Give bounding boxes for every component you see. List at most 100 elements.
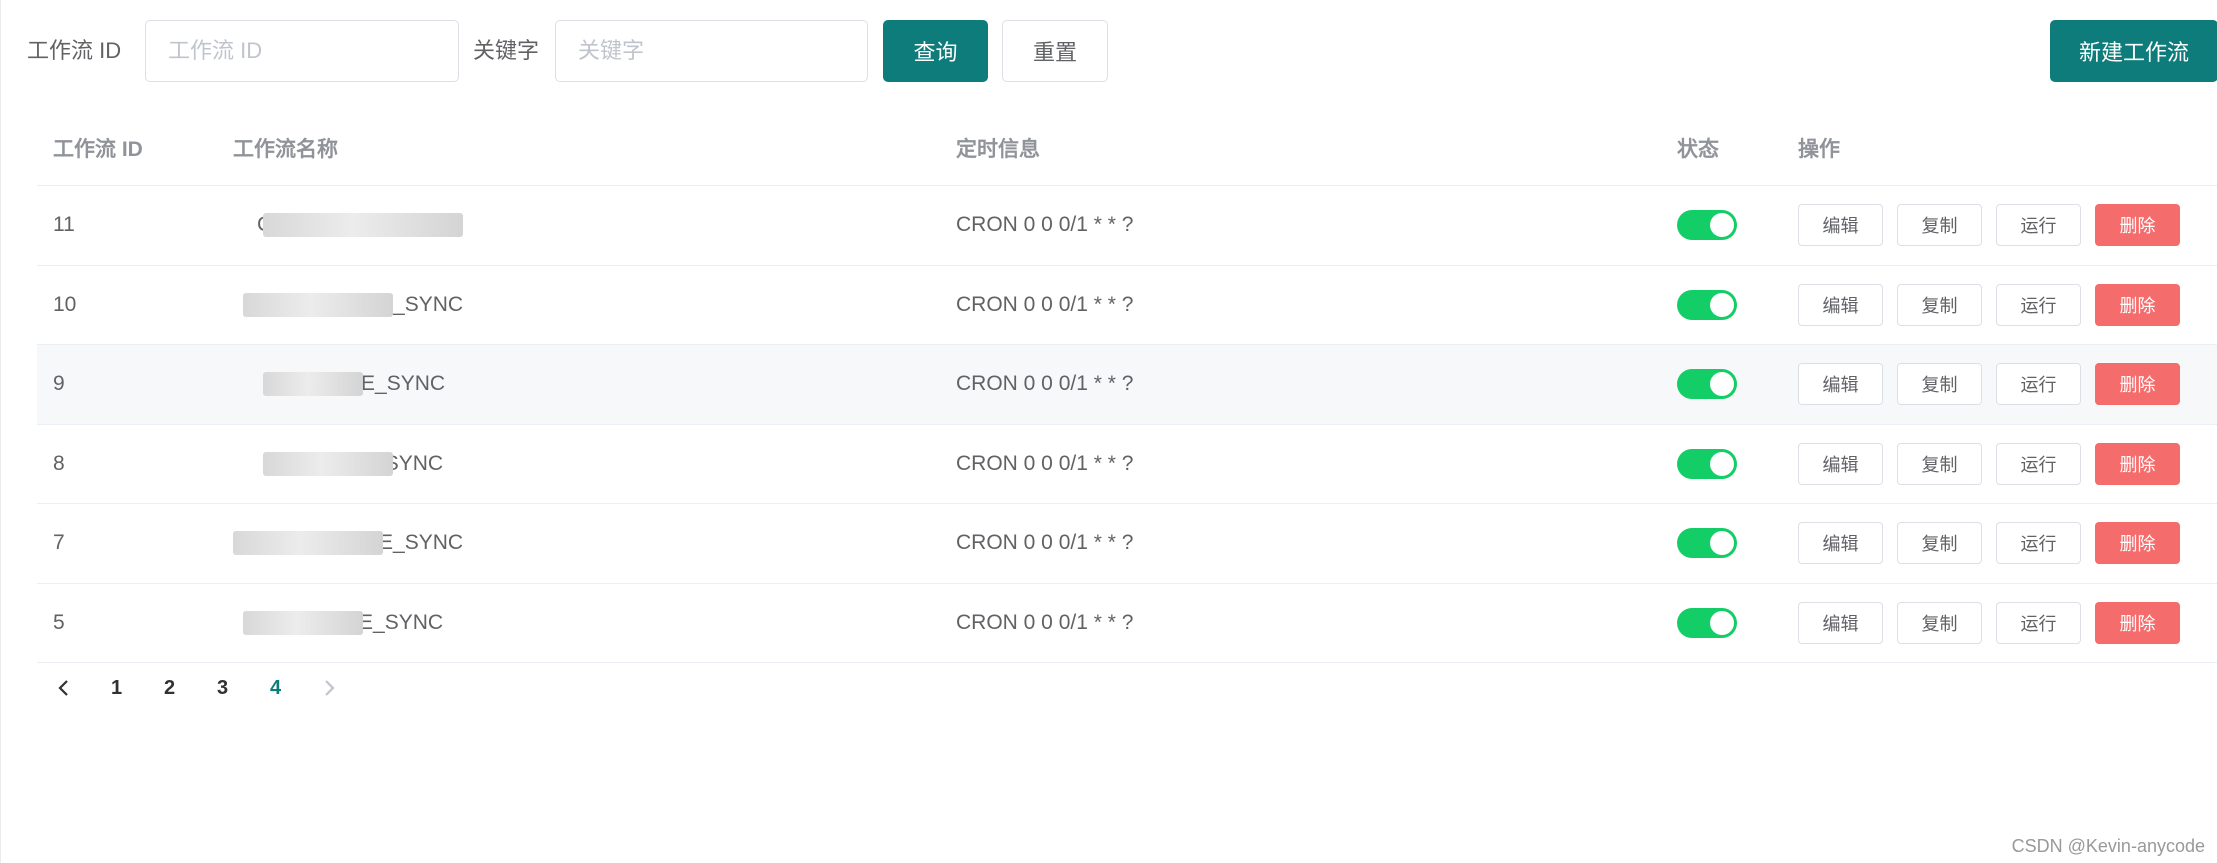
delete-button[interactable]: 删除 bbox=[2095, 204, 2180, 247]
workflow-id-input[interactable] bbox=[145, 20, 459, 82]
status-toggle[interactable] bbox=[1677, 528, 1737, 559]
copy-button[interactable]: 复制 bbox=[1897, 363, 1982, 406]
row-actions: 编辑 复制 运行 删除 bbox=[1798, 186, 2194, 265]
row-name-cell: C_FILE_SYNC bbox=[233, 186, 463, 265]
new-workflow-button[interactable]: 新建工作流 bbox=[2050, 20, 2217, 82]
edit-button[interactable]: 编辑 bbox=[1798, 283, 1883, 326]
row-id: 8 bbox=[53, 451, 65, 475]
copy-button[interactable]: 复制 bbox=[1897, 283, 1982, 326]
row-id: 7 bbox=[53, 531, 65, 555]
row-actions: 编辑 复制 运行 删除 bbox=[1798, 425, 2194, 504]
row-name-redacted: C_FILE_SYNC bbox=[233, 213, 463, 238]
status-toggle[interactable] bbox=[1677, 369, 1737, 400]
row-schedule: CRON 0 0 0/1 * * ? bbox=[956, 372, 1134, 396]
table-row: 10 _FILE_SYNC CRON 0 0 0/1 * * ? 编辑 复制 运… bbox=[37, 266, 2217, 345]
delete-button[interactable]: 删除 bbox=[2095, 442, 2180, 485]
table-row: 5 _FILE_SYNC CRON 0 0 0/1 * * ? 编辑 复制 运行… bbox=[37, 584, 2217, 663]
run-button[interactable]: 运行 bbox=[1996, 283, 2081, 326]
edit-button[interactable]: 编辑 bbox=[1798, 601, 1883, 644]
column-header-actions: 操作 bbox=[1798, 137, 1840, 161]
status-toggle[interactable] bbox=[1677, 210, 1737, 241]
row-status-cell bbox=[1677, 266, 1737, 345]
toggle-knob bbox=[1710, 451, 1734, 476]
row-actions: 编辑 复制 运行 删除 bbox=[1798, 584, 2194, 663]
column-header-schedule: 定时信息 bbox=[956, 137, 1040, 161]
copy-button[interactable]: 复制 bbox=[1897, 204, 1982, 247]
run-button[interactable]: 运行 bbox=[1996, 522, 2081, 565]
row-name-redacted: _FILE_SYNC bbox=[233, 610, 443, 635]
row-name-cell: _FILE_SYNC bbox=[233, 425, 443, 504]
row-name-redacted: _FILE_SYNC bbox=[233, 372, 445, 397]
row-status-cell bbox=[1677, 186, 1737, 265]
watermark: CSDN @Kevin-anycode bbox=[2011, 836, 2205, 856]
run-button[interactable]: 运行 bbox=[1996, 204, 2081, 247]
row-name-cell: _FILE_SYNC bbox=[233, 584, 443, 663]
workflow-id-label: 工作流 ID bbox=[27, 38, 122, 63]
toggle-knob bbox=[1710, 292, 1734, 317]
reset-button[interactable]: 重置 bbox=[1002, 20, 1108, 82]
copy-button[interactable]: 复制 bbox=[1897, 442, 1982, 485]
status-toggle[interactable] bbox=[1677, 448, 1737, 479]
toggle-knob bbox=[1710, 213, 1734, 238]
toggle-knob bbox=[1710, 372, 1734, 397]
page-3[interactable]: 3 bbox=[196, 666, 249, 710]
row-name-redacted: _FILE_SYNC bbox=[233, 451, 443, 476]
workflow-list-page: 工作流 ID 关键字 查询 重置 新建工作流 工作流 ID 工作流名称 定时信息… bbox=[0, 0, 2217, 863]
page-4[interactable]: 4 bbox=[249, 666, 302, 710]
redaction-mask bbox=[243, 610, 363, 635]
row-schedule: CRON 0 0 0/1 * * ? bbox=[956, 213, 1134, 237]
redaction-mask bbox=[233, 531, 383, 556]
delete-button[interactable]: 删除 bbox=[2095, 601, 2180, 644]
page-1[interactable]: 1 bbox=[90, 666, 143, 710]
edit-button[interactable]: 编辑 bbox=[1798, 442, 1883, 485]
query-button[interactable]: 查询 bbox=[883, 20, 988, 82]
keyword-label: 关键字 bbox=[473, 38, 540, 63]
table-row: 11 C_FILE_SYNC CRON 0 0 0/1 * * ? 编辑 复制 … bbox=[37, 186, 2217, 266]
row-status-cell bbox=[1677, 504, 1737, 583]
row-status-cell bbox=[1677, 425, 1737, 504]
column-header-status: 状态 bbox=[1677, 137, 1719, 161]
row-actions: 编辑 复制 运行 删除 bbox=[1798, 345, 2194, 424]
toggle-knob bbox=[1710, 610, 1734, 635]
delete-button[interactable]: 删除 bbox=[2095, 363, 2180, 406]
toggle-knob bbox=[1710, 531, 1734, 556]
row-status-cell bbox=[1677, 584, 1737, 663]
status-toggle[interactable] bbox=[1677, 289, 1737, 320]
page-2[interactable]: 2 bbox=[143, 666, 196, 710]
status-toggle[interactable] bbox=[1677, 607, 1737, 638]
run-button[interactable]: 运行 bbox=[1996, 442, 2081, 485]
edit-button[interactable]: 编辑 bbox=[1798, 522, 1883, 565]
row-name-redacted: _FILE_SYNC bbox=[233, 292, 463, 317]
delete-button[interactable]: 删除 bbox=[2095, 283, 2180, 326]
row-id: 10 bbox=[53, 292, 77, 316]
row-actions: 编辑 复制 运行 删除 bbox=[1798, 266, 2194, 345]
chevron-right-icon[interactable] bbox=[302, 666, 355, 710]
delete-button[interactable]: 删除 bbox=[2095, 522, 2180, 565]
table-header: 工作流 ID 工作流名称 定时信息 状态 操作 bbox=[37, 110, 2217, 186]
filter-toolbar: 工作流 ID 关键字 查询 重置 新建工作流 bbox=[1, 20, 2217, 82]
edit-button[interactable]: 编辑 bbox=[1798, 363, 1883, 406]
edit-button[interactable]: 编辑 bbox=[1798, 204, 1883, 247]
row-status-cell bbox=[1677, 345, 1737, 424]
row-schedule: CRON 0 0 0/1 * * ? bbox=[956, 451, 1134, 475]
redaction-mask bbox=[263, 451, 393, 476]
redaction-mask bbox=[243, 292, 393, 317]
row-name-cell: _FILE_SYNC bbox=[233, 345, 445, 424]
row-id: 9 bbox=[53, 372, 65, 396]
row-schedule: CRON 0 0 0/1 * * ? bbox=[956, 610, 1134, 634]
row-name-redacted: _FILE_SYNC bbox=[233, 531, 463, 556]
row-actions: 编辑 复制 运行 删除 bbox=[1798, 504, 2194, 583]
table-row: 8 _FILE_SYNC CRON 0 0 0/1 * * ? 编辑 复制 运行… bbox=[37, 425, 2217, 504]
chevron-left-icon[interactable] bbox=[37, 666, 90, 710]
copy-button[interactable]: 复制 bbox=[1897, 522, 1982, 565]
keyword-input[interactable] bbox=[555, 20, 868, 82]
column-header-name: 工作流名称 bbox=[233, 137, 338, 161]
table-row: 7 _FILE_SYNC CRON 0 0 0/1 * * ? 编辑 复制 运行… bbox=[37, 504, 2217, 584]
redaction-mask bbox=[263, 372, 363, 397]
row-schedule: CRON 0 0 0/1 * * ? bbox=[956, 292, 1134, 316]
run-button[interactable]: 运行 bbox=[1996, 363, 2081, 406]
copy-button[interactable]: 复制 bbox=[1897, 601, 1982, 644]
run-button[interactable]: 运行 bbox=[1996, 601, 2081, 644]
row-id: 11 bbox=[53, 213, 75, 237]
row-name-cell: _FILE_SYNC bbox=[233, 266, 463, 345]
